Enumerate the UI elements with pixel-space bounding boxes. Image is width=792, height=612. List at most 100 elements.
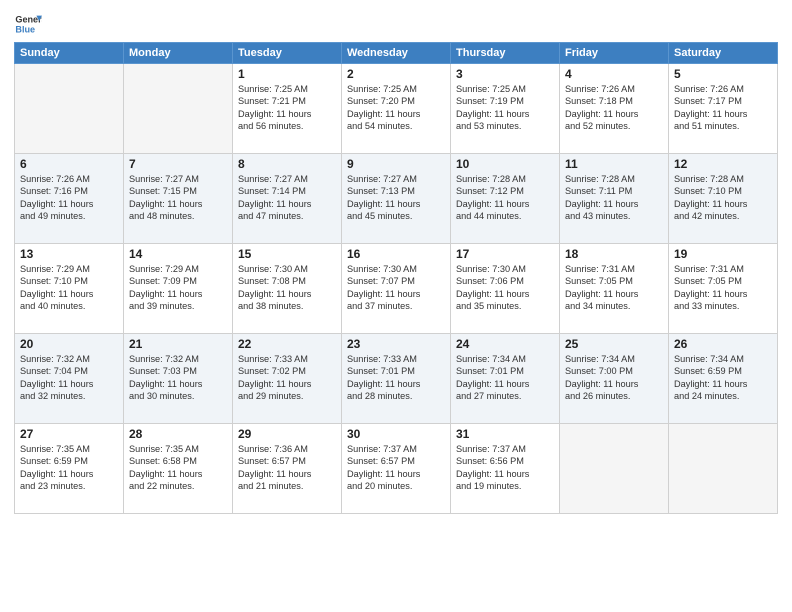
sunrise-text: Sunrise: 7:25 AM <box>456 83 554 95</box>
sunset-text: Sunset: 7:14 PM <box>238 185 336 197</box>
daylight-text-1: Daylight: 11 hours <box>565 108 663 120</box>
cal-cell-21: 21Sunrise: 7:32 AMSunset: 7:03 PMDayligh… <box>124 334 233 424</box>
day-header-thursday: Thursday <box>451 43 560 64</box>
sunrise-text: Sunrise: 7:31 AM <box>674 263 772 275</box>
sunrise-text: Sunrise: 7:25 AM <box>238 83 336 95</box>
sunset-text: Sunset: 7:21 PM <box>238 95 336 107</box>
date-number: 5 <box>674 67 772 81</box>
cal-cell-12: 12Sunrise: 7:28 AMSunset: 7:10 PMDayligh… <box>669 154 778 244</box>
date-number: 24 <box>456 337 554 351</box>
sunset-text: Sunset: 7:19 PM <box>456 95 554 107</box>
date-number: 6 <box>20 157 118 171</box>
sunrise-text: Sunrise: 7:25 AM <box>347 83 445 95</box>
sunrise-text: Sunrise: 7:28 AM <box>674 173 772 185</box>
daylight-text-2: and 20 minutes. <box>347 480 445 492</box>
sunrise-text: Sunrise: 7:30 AM <box>456 263 554 275</box>
cal-cell-4: 4Sunrise: 7:26 AMSunset: 7:18 PMDaylight… <box>560 64 669 154</box>
cal-cell-17: 17Sunrise: 7:30 AMSunset: 7:06 PMDayligh… <box>451 244 560 334</box>
daylight-text-1: Daylight: 11 hours <box>674 288 772 300</box>
sunrise-text: Sunrise: 7:27 AM <box>129 173 227 185</box>
daylight-text-2: and 26 minutes. <box>565 390 663 402</box>
sunset-text: Sunset: 7:05 PM <box>674 275 772 287</box>
sunset-text: Sunset: 7:13 PM <box>347 185 445 197</box>
daylight-text-2: and 29 minutes. <box>238 390 336 402</box>
sunrise-text: Sunrise: 7:28 AM <box>456 173 554 185</box>
daylight-text-2: and 45 minutes. <box>347 210 445 222</box>
daylight-text-2: and 35 minutes. <box>456 300 554 312</box>
daylight-text-1: Daylight: 11 hours <box>674 108 772 120</box>
sunrise-text: Sunrise: 7:36 AM <box>238 443 336 455</box>
cal-cell-22: 22Sunrise: 7:33 AMSunset: 7:02 PMDayligh… <box>233 334 342 424</box>
sunrise-text: Sunrise: 7:27 AM <box>347 173 445 185</box>
date-number: 21 <box>129 337 227 351</box>
date-number: 26 <box>674 337 772 351</box>
cal-cell-6: 6Sunrise: 7:26 AMSunset: 7:16 PMDaylight… <box>15 154 124 244</box>
daylight-text-1: Daylight: 11 hours <box>238 468 336 480</box>
daylight-text-2: and 49 minutes. <box>20 210 118 222</box>
sunrise-text: Sunrise: 7:28 AM <box>565 173 663 185</box>
logo-icon: General Blue <box>14 10 42 38</box>
sunrise-text: Sunrise: 7:29 AM <box>129 263 227 275</box>
date-number: 7 <box>129 157 227 171</box>
cal-cell-14: 14Sunrise: 7:29 AMSunset: 7:09 PMDayligh… <box>124 244 233 334</box>
cal-cell-27: 27Sunrise: 7:35 AMSunset: 6:59 PMDayligh… <box>15 424 124 514</box>
sunrise-text: Sunrise: 7:33 AM <box>347 353 445 365</box>
daylight-text-1: Daylight: 11 hours <box>674 198 772 210</box>
sunrise-text: Sunrise: 7:26 AM <box>565 83 663 95</box>
daylight-text-2: and 48 minutes. <box>129 210 227 222</box>
sunset-text: Sunset: 7:08 PM <box>238 275 336 287</box>
daylight-text-1: Daylight: 11 hours <box>347 288 445 300</box>
sunrise-text: Sunrise: 7:37 AM <box>456 443 554 455</box>
sunset-text: Sunset: 7:03 PM <box>129 365 227 377</box>
sunrise-text: Sunrise: 7:26 AM <box>20 173 118 185</box>
date-number: 19 <box>674 247 772 261</box>
daylight-text-2: and 19 minutes. <box>456 480 554 492</box>
cal-cell-25: 25Sunrise: 7:34 AMSunset: 7:00 PMDayligh… <box>560 334 669 424</box>
daylight-text-2: and 33 minutes. <box>674 300 772 312</box>
sunset-text: Sunset: 6:57 PM <box>238 455 336 467</box>
daylight-text-2: and 30 minutes. <box>129 390 227 402</box>
date-number: 8 <box>238 157 336 171</box>
sunrise-text: Sunrise: 7:32 AM <box>20 353 118 365</box>
sunrise-text: Sunrise: 7:32 AM <box>129 353 227 365</box>
daylight-text-1: Daylight: 11 hours <box>565 288 663 300</box>
sunset-text: Sunset: 7:06 PM <box>456 275 554 287</box>
daylight-text-2: and 37 minutes. <box>347 300 445 312</box>
daylight-text-1: Daylight: 11 hours <box>20 198 118 210</box>
cal-cell-18: 18Sunrise: 7:31 AMSunset: 7:05 PMDayligh… <box>560 244 669 334</box>
daylight-text-2: and 56 minutes. <box>238 120 336 132</box>
sunset-text: Sunset: 7:04 PM <box>20 365 118 377</box>
cal-cell-26: 26Sunrise: 7:34 AMSunset: 6:59 PMDayligh… <box>669 334 778 424</box>
day-header-friday: Friday <box>560 43 669 64</box>
sunrise-text: Sunrise: 7:26 AM <box>674 83 772 95</box>
daylight-text-1: Daylight: 11 hours <box>20 378 118 390</box>
daylight-text-1: Daylight: 11 hours <box>347 198 445 210</box>
day-header-tuesday: Tuesday <box>233 43 342 64</box>
sunrise-text: Sunrise: 7:27 AM <box>238 173 336 185</box>
daylight-text-1: Daylight: 11 hours <box>20 468 118 480</box>
sunset-text: Sunset: 6:59 PM <box>20 455 118 467</box>
sunset-text: Sunset: 7:10 PM <box>20 275 118 287</box>
daylight-text-2: and 40 minutes. <box>20 300 118 312</box>
daylight-text-2: and 22 minutes. <box>129 480 227 492</box>
date-number: 1 <box>238 67 336 81</box>
cal-cell-28: 28Sunrise: 7:35 AMSunset: 6:58 PMDayligh… <box>124 424 233 514</box>
daylight-text-2: and 34 minutes. <box>565 300 663 312</box>
sunrise-text: Sunrise: 7:34 AM <box>674 353 772 365</box>
week-row-2: 6Sunrise: 7:26 AMSunset: 7:16 PMDaylight… <box>15 154 778 244</box>
sunset-text: Sunset: 6:57 PM <box>347 455 445 467</box>
page: General Blue SundayMondayTuesdayWednesda… <box>0 0 792 612</box>
daylight-text-2: and 47 minutes. <box>238 210 336 222</box>
daylight-text-2: and 21 minutes. <box>238 480 336 492</box>
daylight-text-1: Daylight: 11 hours <box>129 468 227 480</box>
cal-cell-empty <box>669 424 778 514</box>
daylight-text-2: and 51 minutes. <box>674 120 772 132</box>
cal-cell-3: 3Sunrise: 7:25 AMSunset: 7:19 PMDaylight… <box>451 64 560 154</box>
cal-cell-13: 13Sunrise: 7:29 AMSunset: 7:10 PMDayligh… <box>15 244 124 334</box>
date-number: 10 <box>456 157 554 171</box>
sunset-text: Sunset: 7:18 PM <box>565 95 663 107</box>
daylight-text-1: Daylight: 11 hours <box>20 288 118 300</box>
sunrise-text: Sunrise: 7:33 AM <box>238 353 336 365</box>
day-header-sunday: Sunday <box>15 43 124 64</box>
sunset-text: Sunset: 7:07 PM <box>347 275 445 287</box>
